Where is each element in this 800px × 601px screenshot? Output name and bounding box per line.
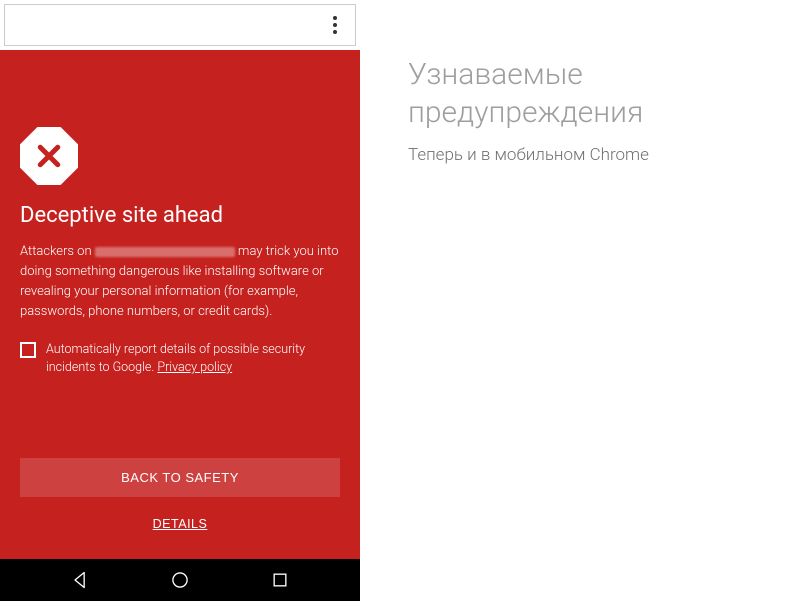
details-button[interactable]: DETAILS: [20, 507, 340, 541]
report-checkbox-label: Automatically report details of possible…: [46, 341, 340, 379]
warning-icon-container: [20, 127, 78, 185]
report-checkbox-row: Automatically report details of possible…: [20, 341, 340, 379]
android-nav-bar: [0, 559, 360, 601]
url-bar: [4, 4, 356, 46]
phone-frame: Deceptive site ahead Attackers on may tr…: [0, 0, 360, 601]
overflow-menu-icon[interactable]: [325, 15, 345, 35]
close-x-icon: [34, 141, 64, 171]
description-panel: Узнаваемые предупреждения Теперь и в моб…: [360, 0, 800, 601]
warning-interstitial: Deceptive site ahead Attackers on may tr…: [0, 50, 360, 559]
blurred-hostname: [95, 247, 235, 257]
nav-back-icon[interactable]: [70, 570, 90, 590]
nav-recents-icon[interactable]: [270, 570, 290, 590]
privacy-policy-link[interactable]: Privacy policy: [157, 360, 232, 375]
stop-sign-icon: [20, 127, 78, 185]
warning-body-prefix: Attackers on: [20, 244, 95, 259]
back-to-safety-button[interactable]: BACK TO SAFETY: [20, 458, 340, 497]
warning-body: Attackers on may trick you into doing so…: [20, 242, 340, 323]
warning-title: Deceptive site ahead: [20, 203, 340, 228]
url-input[interactable]: [15, 5, 325, 45]
report-checkbox[interactable]: [20, 342, 36, 358]
nav-home-icon[interactable]: [170, 570, 190, 590]
panel-subtitle: Теперь и в мобильном Chrome: [408, 145, 770, 165]
panel-title: Узнаваемые предупреждения: [408, 56, 770, 131]
